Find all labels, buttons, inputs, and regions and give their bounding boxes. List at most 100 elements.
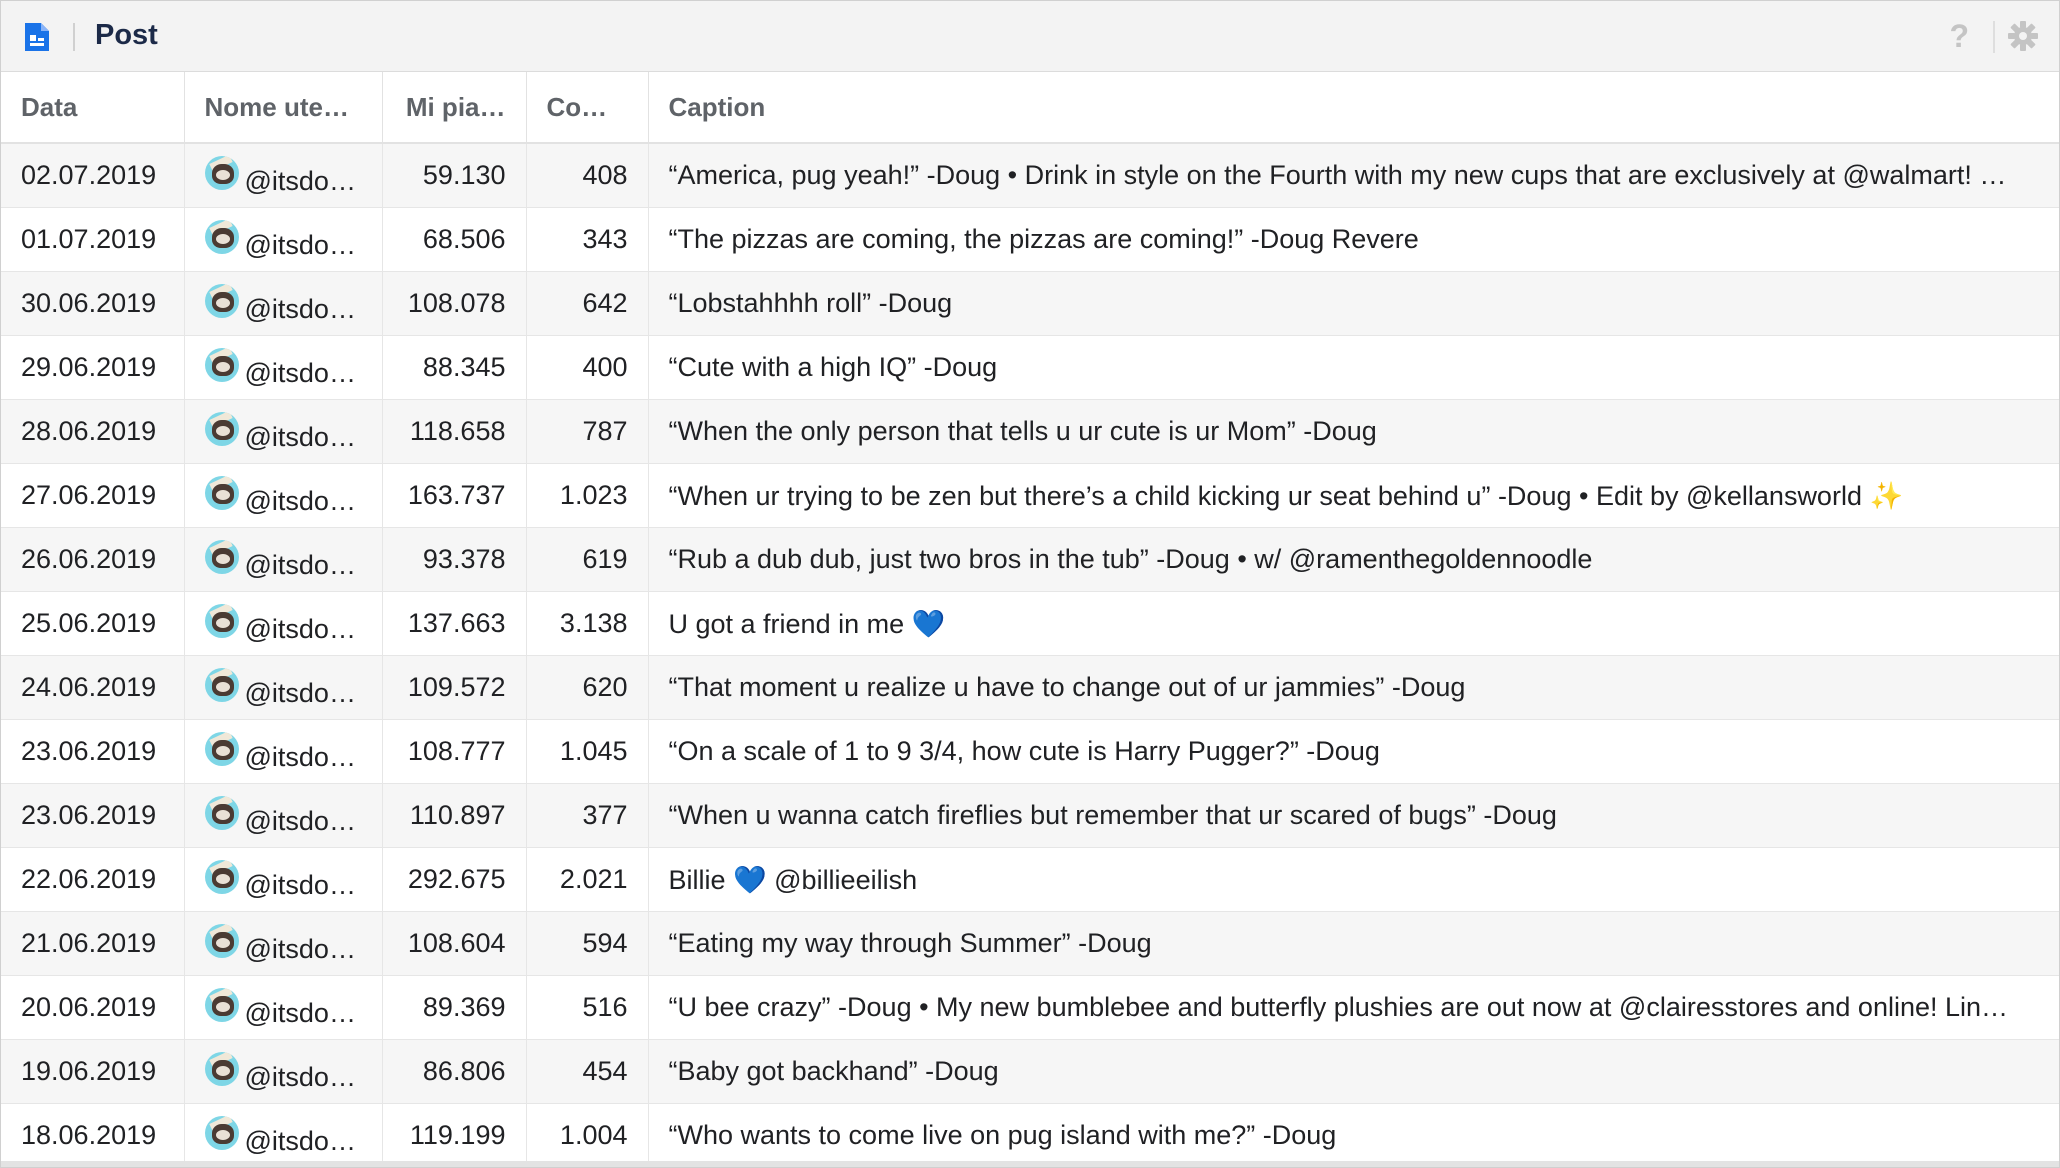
cell-username: @itsdo…	[184, 783, 383, 848]
cell-username: @itsdo…	[184, 1039, 383, 1104]
cell-username: @itsdo…	[184, 911, 383, 976]
table-row[interactable]: 18.06.2019 @itsdo… 119.199 1.004 “Who wants …	[1, 1103, 2059, 1167]
avatar	[204, 219, 239, 254]
username-text: @itsdo…	[244, 614, 356, 644]
cell-comments: 1.004	[526, 1103, 649, 1167]
cell-caption: Billie 💙 @billieeilish	[648, 847, 2059, 912]
username-text: @itsdo…	[244, 742, 356, 772]
table-row[interactable]: 29.06.2019 @itsdo… 88.345 400 “Cute with a h…	[1, 335, 2059, 400]
cell-caption: “When u wanna catch fireflies but rememb…	[648, 783, 2059, 848]
cell-date: 21.06.2019	[1, 911, 185, 976]
panel-title: Post	[95, 19, 158, 51]
username-text: @itsdo…	[244, 166, 356, 196]
cell-caption: “Who wants to come live on pug island wi…	[648, 1103, 2059, 1167]
cell-likes: 108.078	[382, 271, 527, 336]
table-row[interactable]: 02.07.2019 @itsdo… 59.130 408 “America, pug …	[1, 143, 2059, 208]
cell-username: @itsdo…	[184, 399, 383, 464]
avatar	[204, 603, 239, 638]
table-row[interactable]: 30.06.2019 @itsdo… 108.078 642 “Lobstahhhh r…	[1, 271, 2059, 336]
cell-likes: 93.378	[382, 527, 527, 592]
table-row[interactable]: 25.06.2019 @itsdo… 137.663 3.138 U got a fri…	[1, 591, 2059, 656]
cell-date: 23.06.2019	[1, 719, 185, 784]
table-row[interactable]: 28.06.2019 @itsdo… 118.658 787 “When the onl…	[1, 399, 2059, 464]
cell-date: 29.06.2019	[1, 335, 185, 400]
cell-likes: 118.658	[382, 399, 527, 464]
username-text: @itsdo…	[244, 678, 356, 708]
table-row[interactable]: 23.06.2019 @itsdo… 110.897 377 “When u wanna…	[1, 783, 2059, 848]
cell-likes: 110.897	[382, 783, 527, 848]
avatar	[204, 347, 239, 382]
cell-comments: 620	[526, 655, 649, 720]
table-row[interactable]: 21.06.2019 @itsdo… 108.604 594 “Eating my wa…	[1, 911, 2059, 976]
avatar	[204, 667, 239, 702]
cell-likes: 59.130	[382, 143, 527, 208]
cell-caption: “When the only person that tells u ur cu…	[648, 399, 2059, 464]
avatar	[204, 923, 239, 958]
cell-date: 20.06.2019	[1, 975, 185, 1040]
cell-date: 27.06.2019	[1, 463, 185, 528]
cell-comments: 400	[526, 335, 649, 400]
header-divider-right	[1993, 21, 1995, 53]
avatar	[204, 987, 239, 1022]
cell-username: @itsdo…	[184, 207, 383, 272]
column-header-caption[interactable]: Caption	[648, 72, 2059, 144]
column-header-likes[interactable]: Mi pia…	[382, 72, 527, 144]
cell-comments: 642	[526, 271, 649, 336]
cell-username: @itsdo…	[184, 335, 383, 400]
username-text: @itsdo…	[244, 358, 356, 388]
cell-likes: 292.675	[382, 847, 527, 912]
username-text: @itsdo…	[244, 934, 356, 964]
avatar	[204, 283, 239, 318]
cell-comments: 343	[526, 207, 649, 272]
cell-likes: 119.199	[382, 1103, 527, 1167]
cell-caption: “The pizzas are coming, the pizzas are c…	[648, 207, 2059, 272]
cell-likes: 68.506	[382, 207, 527, 272]
cell-comments: 454	[526, 1039, 649, 1104]
cell-comments: 1.045	[526, 719, 649, 784]
cell-date: 28.06.2019	[1, 399, 185, 464]
cell-caption: “When ur trying to be zen but there’s a …	[648, 463, 2059, 528]
column-header-date[interactable]: Data	[1, 72, 185, 144]
cell-caption: “That moment u realize u have to change …	[648, 655, 2059, 720]
cell-caption: “U bee crazy” -Doug • My new bumblebee a…	[648, 975, 2059, 1040]
header-divider	[73, 23, 75, 51]
table-row[interactable]: 22.06.2019 @itsdo… 292.675 2.021 Billie 💙 @b…	[1, 847, 2059, 912]
column-header-comments[interactable]: Com…	[526, 72, 649, 144]
cell-comments: 2.021	[526, 847, 649, 912]
table-row[interactable]: 20.06.2019 @itsdo… 89.369 516 “U bee crazy” …	[1, 975, 2059, 1040]
cell-username: @itsdo…	[184, 655, 383, 720]
avatar	[204, 859, 239, 894]
cell-comments: 377	[526, 783, 649, 848]
cell-comments: 787	[526, 399, 649, 464]
cell-username: @itsdo…	[184, 975, 383, 1040]
cell-caption: “Cute with a high IQ” -Doug	[648, 335, 2059, 400]
username-text: @itsdo…	[244, 294, 356, 324]
username-text: @itsdo…	[244, 998, 356, 1028]
document-icon[interactable]	[23, 21, 51, 53]
table-bottom-edge	[1, 1161, 2059, 1167]
table-row[interactable]: 01.07.2019 @itsdo… 68.506 343 “The pizzas ar…	[1, 207, 2059, 272]
avatar	[204, 731, 239, 766]
help-icon[interactable]: ?	[1949, 19, 1969, 53]
cell-comments: 408	[526, 143, 649, 208]
table-row[interactable]: 19.06.2019 @itsdo… 86.806 454 “Baby got back…	[1, 1039, 2059, 1104]
cell-comments: 1.023	[526, 463, 649, 528]
table-row[interactable]: 23.06.2019 @itsdo… 108.777 1.045 “On a scale…	[1, 719, 2059, 784]
table-row[interactable]: 26.06.2019 @itsdo… 93.378 619 “Rub a dub dub…	[1, 527, 2059, 592]
cell-likes: 109.572	[382, 655, 527, 720]
username-text: @itsdo…	[244, 870, 356, 900]
username-text: @itsdo…	[244, 422, 356, 452]
table-row[interactable]: 24.06.2019 @itsdo… 109.572 620 “That moment …	[1, 655, 2059, 720]
cell-caption: “Eating my way through Summer” -Doug	[648, 911, 2059, 976]
avatar	[204, 1051, 239, 1086]
cell-caption: “Rub a dub dub, just two bros in the tub…	[648, 527, 2059, 592]
cell-likes: 137.663	[382, 591, 527, 656]
column-header-username[interactable]: Nome ute…	[184, 72, 383, 144]
cell-date: 18.06.2019	[1, 1103, 185, 1167]
gear-icon[interactable]	[2007, 20, 2039, 52]
table-row[interactable]: 27.06.2019 @itsdo… 163.737 1.023 “When ur tr…	[1, 463, 2059, 528]
cell-date: 19.06.2019	[1, 1039, 185, 1104]
cell-username: @itsdo…	[184, 527, 383, 592]
posts-table: Data Nome ute… Mi pia… Com… Caption 02.0…	[1, 72, 2059, 1167]
cell-date: 25.06.2019	[1, 591, 185, 656]
